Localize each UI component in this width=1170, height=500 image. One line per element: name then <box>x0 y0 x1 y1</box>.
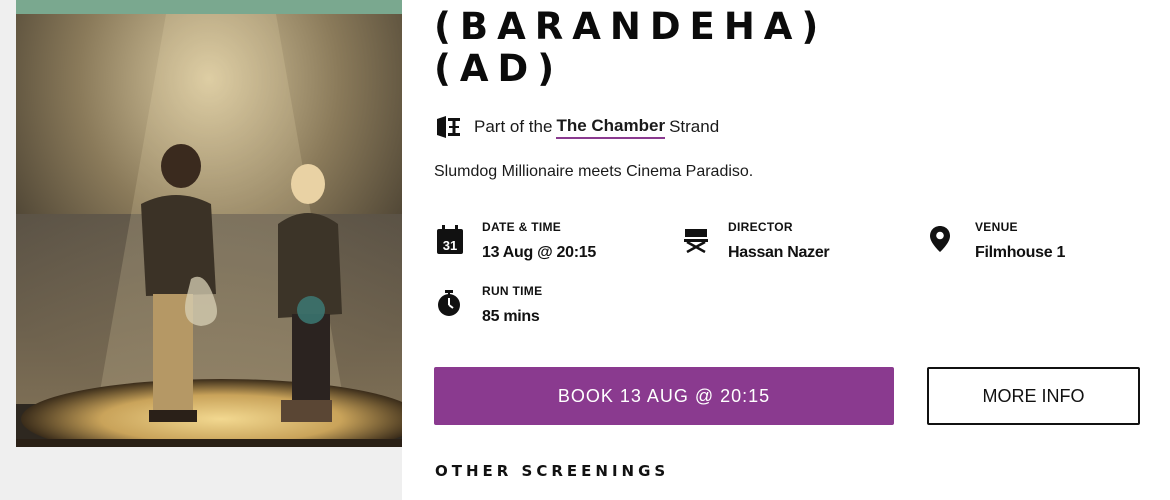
detail-venue: VENUE Filmhouse 1 <box>929 219 1065 262</box>
calendar-icon: 31 <box>436 225 464 254</box>
more-info-button[interactable]: MORE INFO <box>927 367 1140 425</box>
director-value: Hassan Nazer <box>728 244 830 261</box>
venue-value: Filmhouse 1 <box>975 244 1066 261</box>
date-time-label: DATE & TIME <box>482 220 562 234</box>
film-tagline: Slumdog Millionaire meets Cinema Paradis… <box>434 163 754 180</box>
director-chair-icon <box>682 225 710 254</box>
other-screenings-heading: OTHER SCREENINGS <box>435 462 670 480</box>
book-button[interactable]: BOOK 13 AUG @ 20:15 <box>434 367 894 425</box>
run-time-label: RUN TIME <box>482 284 543 298</box>
date-time-value: 13 Aug @ 20:15 <box>482 244 596 261</box>
accent-strip <box>16 0 402 14</box>
calendar-icon-day: 31 <box>443 238 457 253</box>
stopwatch-icon <box>436 289 464 317</box>
strand-prefix: Part of the <box>474 117 553 136</box>
map-pin-icon <box>929 225 957 253</box>
film-chamber-icon <box>436 114 462 140</box>
detail-run-time: RUN TIME 85 mins <box>436 283 542 326</box>
strand-info: Part of the The Chamber Strand <box>436 114 719 140</box>
venue-label: VENUE <box>975 220 1018 234</box>
film-title-line-1: (BARANDEHA) <box>434 5 828 48</box>
strand-suffix: Strand <box>669 117 720 136</box>
detail-director: DIRECTOR Hassan Nazer <box>682 219 830 262</box>
run-time-value: 85 mins <box>482 308 540 325</box>
film-still-image <box>16 14 402 447</box>
strand-link[interactable]: The Chamber <box>556 116 666 139</box>
director-label: DIRECTOR <box>728 220 793 234</box>
film-title: (BARANDEHA) (AD) <box>434 6 827 90</box>
film-title-line-2: (AD) <box>434 47 564 90</box>
detail-date-time: 31 DATE & TIME 13 Aug @ 20:15 <box>436 219 596 262</box>
